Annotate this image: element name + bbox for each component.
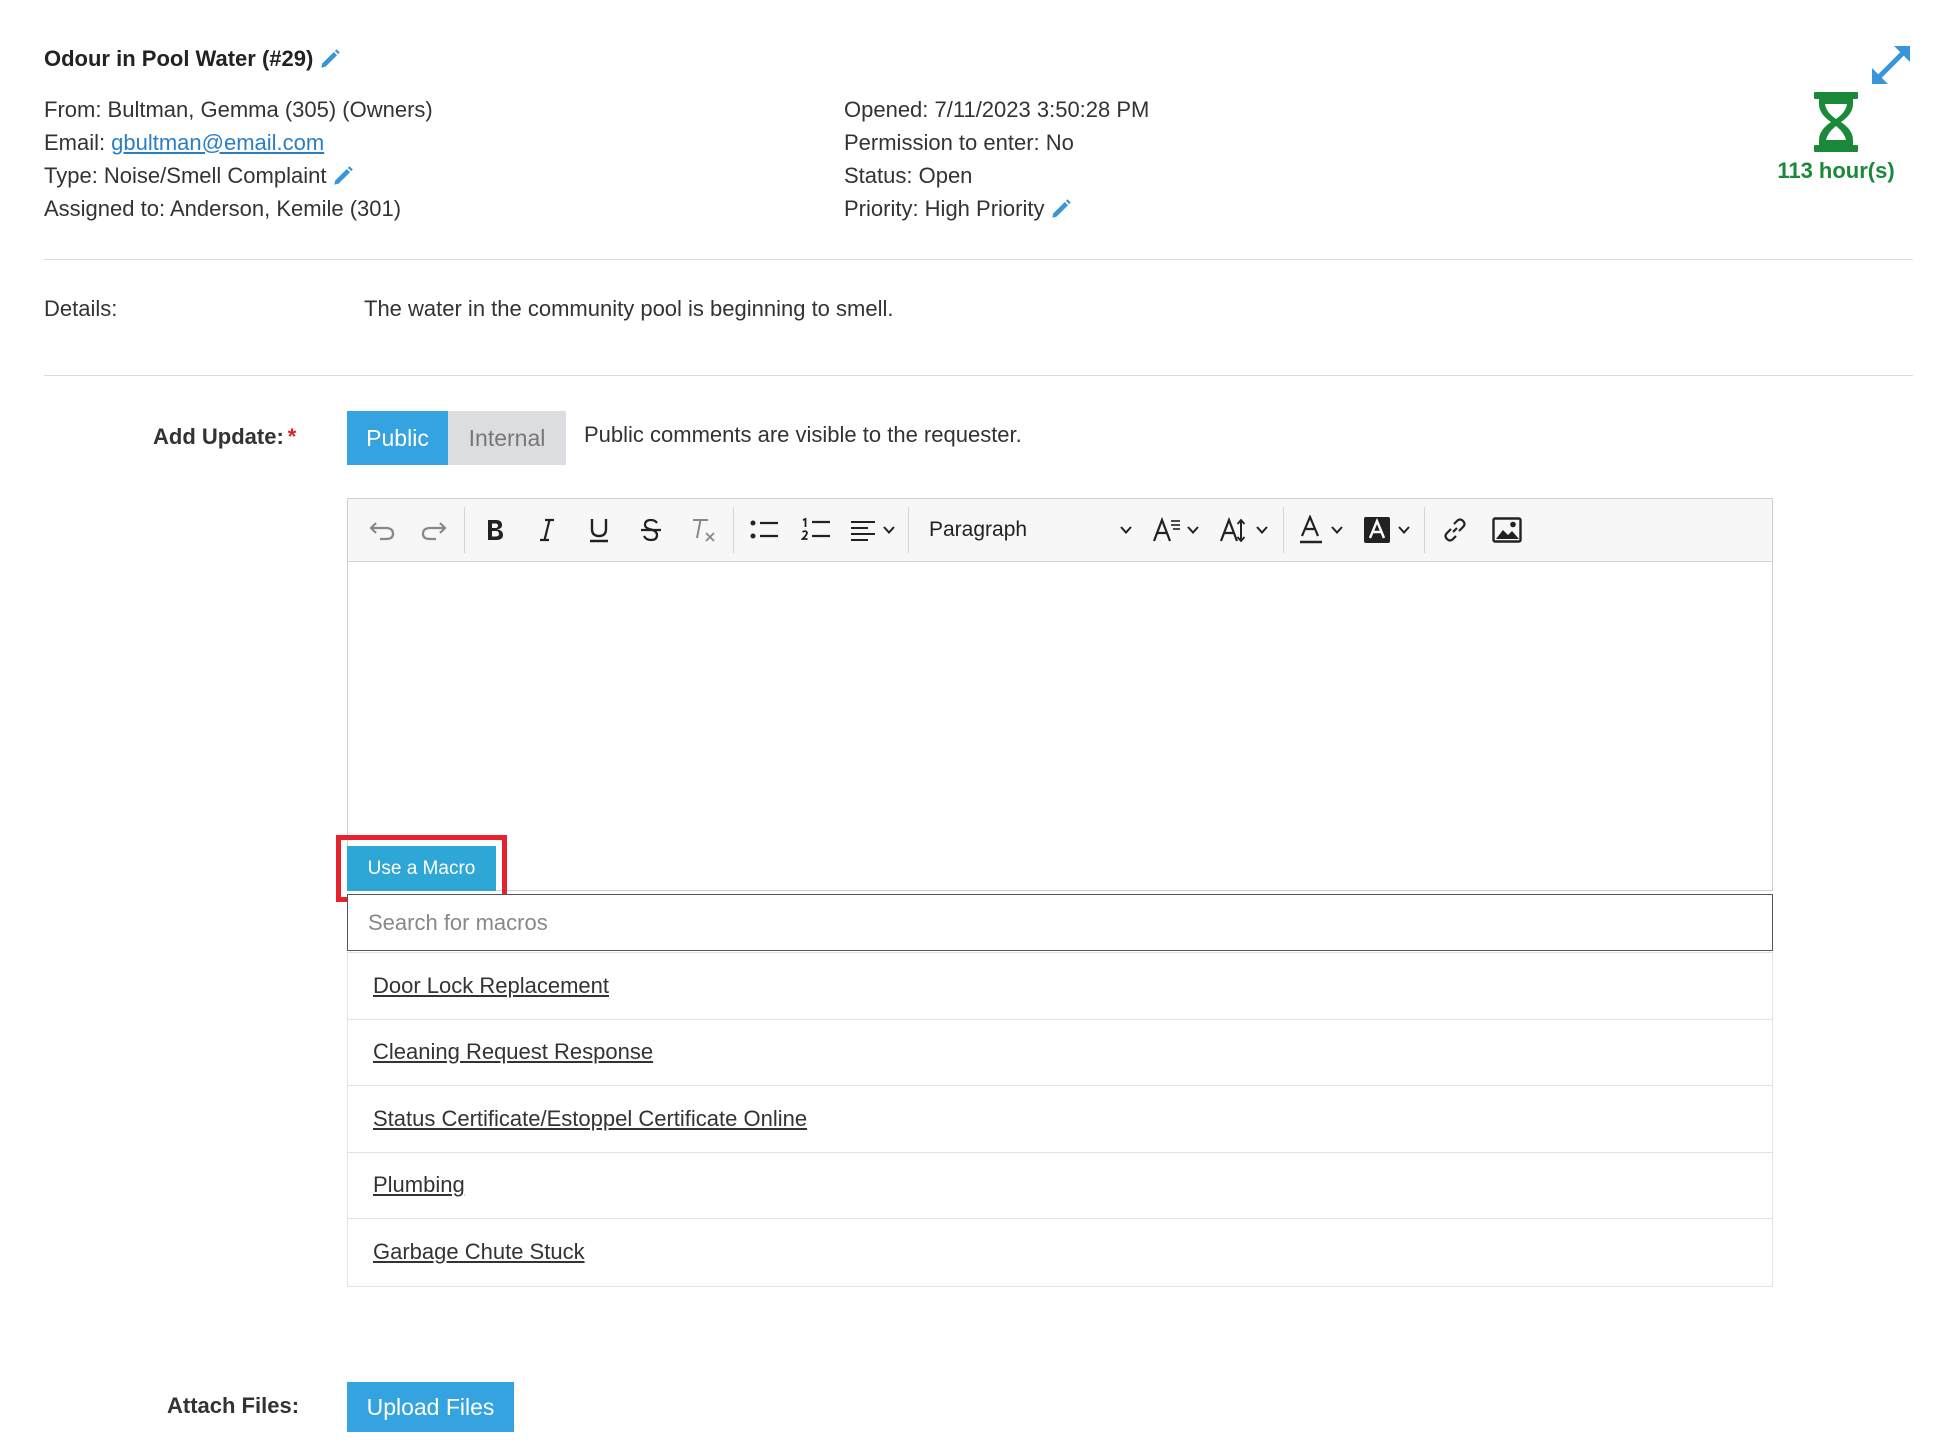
- priority-line: Priority: High Priority: [844, 192, 1149, 225]
- add-update-label-text: Add Update:: [153, 424, 284, 449]
- upload-files-button[interactable]: Upload Files: [347, 1382, 514, 1432]
- redo-icon: [421, 522, 447, 541]
- ticket-title: Odour in Pool Water (#29): [44, 46, 343, 72]
- timer-text: 113 hour(s): [1777, 158, 1895, 183]
- attach-files-label: Attach Files:: [167, 1393, 300, 1418]
- italic-icon: [540, 518, 554, 542]
- text-color-icon: [1300, 515, 1322, 544]
- chevron-down-icon: [883, 526, 895, 534]
- macro-cleaning-request-response[interactable]: Cleaning Request Response: [373, 1039, 653, 1065]
- type-line: Type: Noise/Smell Complaint: [44, 159, 433, 192]
- chevron-down-icon: [1398, 526, 1410, 534]
- visibility-toggle: Public Internal: [347, 411, 566, 465]
- edit-priority-pencil-icon[interactable]: [1048, 196, 1074, 222]
- font-size-button[interactable]: [1209, 507, 1279, 553]
- hourglass-icon: [1814, 92, 1858, 152]
- redo-button[interactable]: [408, 507, 460, 553]
- text-color-button[interactable]: [1288, 507, 1354, 553]
- required-mark: *: [287, 424, 297, 449]
- type-text: Type: Noise/Smell Complaint: [44, 162, 327, 188]
- font-family-button[interactable]: [1143, 507, 1209, 553]
- email-label: Email:: [44, 129, 106, 155]
- edit-type-pencil-icon[interactable]: [330, 163, 356, 189]
- rich-text-editor: Paragraph: [347, 498, 1773, 891]
- strikethrough-button[interactable]: [625, 507, 677, 553]
- opened-line: Opened: 7/11/2023 3:50:28 PM: [844, 96, 1150, 122]
- block-format-select[interactable]: Paragraph: [913, 507, 1143, 553]
- requester-info: From: Bultman, Gemma (305) (Owners) Emai…: [44, 93, 433, 225]
- assigned-line: Assigned to: Anderson, Kemile (301): [44, 195, 402, 221]
- ticket-title-text: Odour in Pool Water (#29): [44, 46, 314, 71]
- email-line: Email: gbultman@email.com: [44, 126, 433, 159]
- chevron-down-icon: [1256, 526, 1268, 534]
- email-link[interactable]: gbultman@email.com: [111, 130, 324, 156]
- macro-search-input[interactable]: [347, 894, 1773, 951]
- font-size-icon: [1219, 516, 1246, 543]
- editor-toolbar: Paragraph: [348, 499, 1772, 562]
- list-item: Cleaning Request Response: [348, 1020, 1772, 1086]
- undo-icon: [369, 522, 395, 541]
- image-button[interactable]: [1481, 507, 1533, 553]
- link-button[interactable]: [1429, 507, 1481, 553]
- toolbar-separator: [464, 507, 465, 553]
- bullet-list-button[interactable]: [738, 507, 790, 553]
- bold-icon: [488, 520, 503, 540]
- align-button[interactable]: [842, 507, 904, 553]
- toolbar-separator: [1424, 507, 1425, 553]
- undo-button[interactable]: [356, 507, 408, 553]
- toolbar-separator: [908, 507, 909, 553]
- from-line: From: Bultman, Gemma (305) (Owners): [44, 96, 433, 122]
- list-item: Plumbing: [348, 1153, 1772, 1219]
- macro-garbage-chute-stuck[interactable]: Garbage Chute Stuck: [373, 1239, 585, 1265]
- clear-format-icon: [693, 519, 715, 542]
- use-macro-button[interactable]: Use a Macro: [347, 846, 496, 891]
- block-format-value: Paragraph: [929, 518, 1028, 541]
- macro-plumbing[interactable]: Plumbing: [373, 1172, 465, 1198]
- details-value: The water in the community pool is begin…: [364, 296, 894, 321]
- image-icon: [1492, 517, 1522, 543]
- font-family-icon: [1152, 516, 1180, 542]
- numbered-list-button[interactable]: [790, 507, 842, 553]
- underline-icon: [590, 519, 608, 543]
- highlight-color-icon: [1364, 517, 1390, 543]
- chevron-down-icon: [1120, 526, 1132, 534]
- list-item: Status Certificate/Estoppel Certificate …: [348, 1086, 1772, 1153]
- clear-format-button[interactable]: [677, 507, 729, 553]
- divider: [44, 259, 1913, 260]
- internal-button[interactable]: Internal: [448, 411, 566, 465]
- underline-button[interactable]: [573, 507, 625, 553]
- toolbar-separator: [733, 507, 734, 553]
- macro-door-lock-replacement[interactable]: Door Lock Replacement: [373, 973, 609, 999]
- visibility-hint: Public comments are visible to the reque…: [584, 422, 1022, 447]
- italic-button[interactable]: [521, 507, 573, 553]
- ticket-status-info: Opened: 7/11/2023 3:50:28 PM Permission …: [844, 93, 1149, 225]
- priority-text: Priority: High Priority: [844, 195, 1045, 221]
- chevron-down-icon: [1331, 526, 1343, 534]
- bullet-list-icon: [750, 520, 778, 539]
- bold-button[interactable]: [469, 507, 521, 553]
- public-button[interactable]: Public: [347, 411, 448, 465]
- toolbar-separator: [1283, 507, 1284, 553]
- macro-list: Door Lock Replacement Cleaning Request R…: [347, 952, 1773, 1287]
- link-icon: [1444, 518, 1466, 542]
- expand-icon[interactable]: [1868, 42, 1914, 88]
- add-update-label: Add Update: *: [153, 424, 296, 450]
- editor-content-area[interactable]: [348, 562, 1772, 890]
- list-item: Door Lock Replacement: [348, 953, 1772, 1020]
- numbered-list-icon: [801, 517, 830, 540]
- highlight-color-button[interactable]: [1354, 507, 1420, 553]
- edit-title-pencil-icon[interactable]: [317, 46, 343, 72]
- align-icon: [851, 521, 875, 541]
- strikethrough-icon: [641, 518, 661, 542]
- divider: [44, 375, 1913, 376]
- details-label: Details:: [44, 296, 118, 321]
- list-item: Garbage Chute Stuck: [348, 1219, 1772, 1286]
- permission-line: Permission to enter: No: [844, 129, 1074, 155]
- macro-status-certificate[interactable]: Status Certificate/Estoppel Certificate …: [373, 1106, 807, 1132]
- status-line: Status: Open: [844, 162, 973, 188]
- chevron-down-icon: [1187, 526, 1199, 534]
- timer: 113 hour(s): [1756, 90, 1916, 184]
